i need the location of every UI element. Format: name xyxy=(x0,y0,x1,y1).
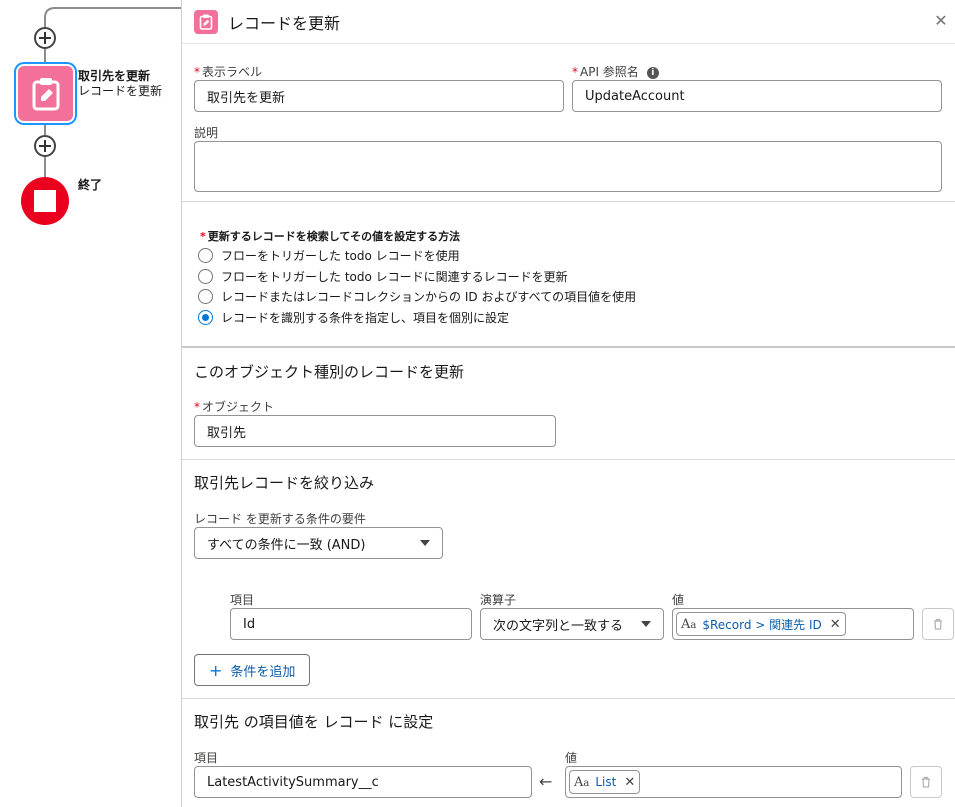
description-label: 説明 xyxy=(194,126,219,140)
radio-button[interactable] xyxy=(198,289,213,304)
condition-value-input[interactable]: Aa $Record > 関連先 ID ✕ xyxy=(672,608,914,640)
trash-icon xyxy=(934,618,942,630)
method-option-0[interactable]: フローをトリガーした todo レコードを使用 xyxy=(198,247,460,264)
method-option-2[interactable]: レコードまたはレコードコレクションからの ID およびすべての項目値を使用 xyxy=(198,288,636,305)
text-type-icon: Aa xyxy=(574,774,590,790)
set-value-input[interactable]: Aa List ✕ xyxy=(565,766,902,798)
label-input[interactable]: 取引先を更新 xyxy=(194,80,564,112)
element-node-subtitle: レコードを更新 xyxy=(78,84,163,98)
divider xyxy=(182,698,955,699)
clipboard-edit-icon xyxy=(194,9,218,34)
add-condition-button[interactable]: + 条件を追加 xyxy=(194,654,311,686)
object-input[interactable]: 取引先 xyxy=(194,415,556,447)
api-name-label: * API 参照名 i xyxy=(572,63,659,80)
set-field-header: 項目 xyxy=(194,751,219,765)
end-node[interactable] xyxy=(21,177,69,225)
condition-value-header: 値 xyxy=(672,593,685,607)
filter-section-title: 取引先レコードを絞り込み xyxy=(194,474,375,492)
method-option-1[interactable]: フローをトリガーした todo レコードに関連するレコードを更新 xyxy=(198,268,568,285)
property-panel: レコードを更新 ✕ * 表示ラベル 取引先を更新 * API 参照名 i Update… xyxy=(181,0,955,807)
method-option-3[interactable]: レコードを識別する条件を指定し、項目を個別に設定 xyxy=(198,309,509,326)
object-section-title: このオブジェクト種別のレコードを更新 xyxy=(194,363,465,381)
divider xyxy=(182,459,955,460)
resource-pill[interactable]: Aa List ✕ xyxy=(569,770,641,794)
radio-button[interactable] xyxy=(198,248,213,263)
condition-operator-header: 演算子 xyxy=(480,593,517,607)
chevron-down-icon xyxy=(420,540,430,546)
panel-header: レコードを更新 ✕ xyxy=(182,0,955,44)
radio-button-selected[interactable] xyxy=(198,310,213,325)
chevron-down-icon xyxy=(641,621,651,627)
text-type-icon: Aa xyxy=(681,616,697,632)
connector-line xyxy=(44,157,46,177)
connector-line xyxy=(44,121,46,135)
plus-icon xyxy=(39,140,51,152)
close-icon[interactable]: ✕ xyxy=(830,617,841,632)
info-icon[interactable]: i xyxy=(646,66,659,79)
connector-line xyxy=(44,48,46,66)
delete-condition-button[interactable] xyxy=(922,608,954,640)
close-icon[interactable]: ✕ xyxy=(624,775,635,790)
delete-assignment-button[interactable] xyxy=(910,766,942,798)
end-node-title: 終了 xyxy=(78,178,103,192)
plus-icon: + xyxy=(209,660,223,680)
condition-operator-select[interactable]: 次の文字列と一致する xyxy=(480,608,664,640)
description-textarea[interactable] xyxy=(194,141,942,192)
resource-pill[interactable]: Aa $Record > 関連先 ID ✕ xyxy=(676,612,846,636)
stop-icon xyxy=(34,190,56,212)
label-field-label: * 表示ラベル xyxy=(194,65,263,79)
panel-title: レコードを更新 xyxy=(228,13,341,33)
close-icon[interactable]: ✕ xyxy=(933,13,949,29)
divider xyxy=(182,346,955,348)
flow-canvas: 取引先を更新 レコードを更新 終了 xyxy=(0,0,181,807)
set-field-input[interactable]: LatestActivitySummary__c xyxy=(194,766,532,798)
update-records-node[interactable] xyxy=(18,66,73,121)
requirement-select[interactable]: すべての条件に一致 (AND) xyxy=(194,527,443,559)
set-section-title: 取引先 の項目値を レコード に設定 xyxy=(194,713,434,731)
trash-icon xyxy=(922,776,930,788)
clipboard-edit-icon xyxy=(32,77,59,110)
add-element-button[interactable] xyxy=(34,27,56,49)
left-arrow-icon: ← xyxy=(539,772,553,791)
radio-button[interactable] xyxy=(198,269,213,284)
object-label: * オブジェクト xyxy=(194,400,275,414)
requirement-label: レコード を更新する条件の要件 xyxy=(194,512,366,526)
condition-field-input[interactable]: Id xyxy=(230,608,472,640)
api-name-input[interactable]: UpdateAccount xyxy=(572,80,942,112)
connector-curve xyxy=(44,7,181,28)
plus-icon xyxy=(39,32,51,44)
condition-field-header: 項目 xyxy=(230,593,255,607)
divider xyxy=(182,201,955,202)
set-value-header: 値 xyxy=(565,751,578,765)
add-element-button[interactable] xyxy=(34,135,56,157)
method-label: * 更新するレコードを検索してその値を設定する方法 xyxy=(200,230,461,243)
